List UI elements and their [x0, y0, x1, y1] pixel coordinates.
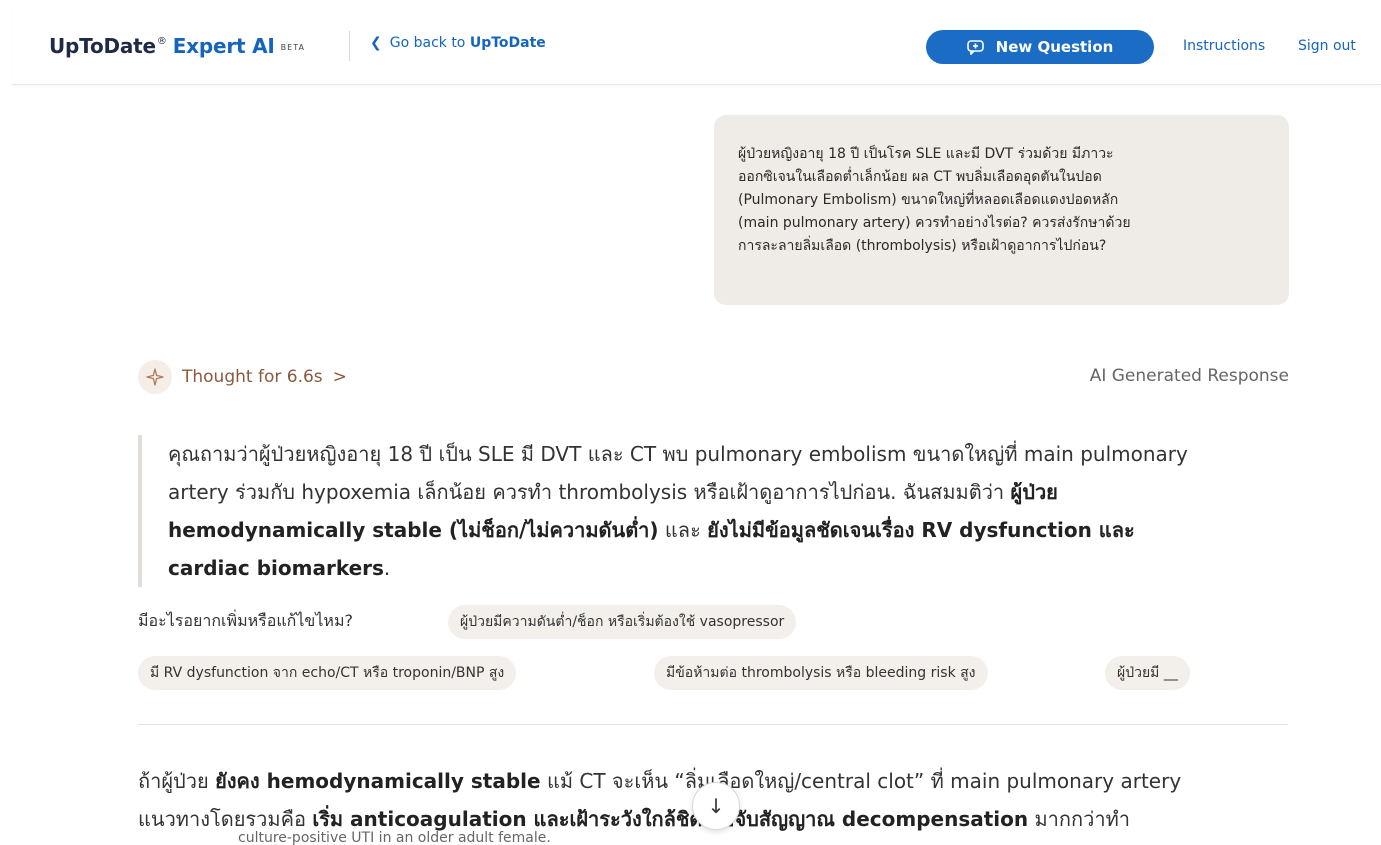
beta-tag: BETA	[280, 43, 305, 52]
assumption-summary: คุณถามว่าผู้ป่วยหญิงอายุ 18 ปี เป็น SLE …	[138, 435, 1288, 587]
summary-line: cardiac biomarkers.	[168, 556, 391, 580]
new-question-icon	[966, 39, 984, 55]
header-divider	[349, 31, 350, 61]
suggestion-chip[interactable]: มี RV dysfunction จาก echo/CT หรือ tropo…	[138, 656, 517, 690]
arrow-down-icon: ↓	[707, 794, 725, 818]
new-question-label: New Question	[995, 38, 1114, 56]
brand-name: UpToDate	[49, 34, 156, 58]
ai-generated-label: AI Generated Response	[1089, 366, 1289, 386]
go-back-link[interactable]: ❮ Go back to UpToDate	[370, 35, 546, 51]
user-message-line: ผู้ป่วยหญิงอายุ 18 ปี เป็นโรค SLE และมี …	[738, 146, 1114, 162]
go-back-prefix: Go back to	[389, 35, 466, 51]
suggestion-chip[interactable]: ผู้ป่วยมีความดันต่ำ/ช็อก หรือเริ่มต้องใช…	[448, 605, 797, 639]
user-message-bubble: ผู้ป่วยหญิงอายุ 18 ปี เป็นโรค SLE และมี …	[714, 115, 1289, 305]
thought-toggle[interactable]: Thought for 6.6s >	[138, 360, 347, 394]
user-message-line: (Pulmonary Embolism) ขนาดใหญ่ที่หลอดเลือ…	[738, 192, 1119, 208]
chevron-right-icon: >	[332, 367, 347, 387]
suggestion-chip[interactable]: มีข้อห้ามต่อ thrombolysis หรือ bleeding …	[654, 656, 988, 690]
background-text: culture-positive UTI in an older adult f…	[238, 830, 551, 845]
brand-registered-mark: ®	[156, 36, 167, 47]
go-back-target: UpToDate	[469, 35, 546, 51]
top-header: UpToDate® Expert AI BETA ❮ Go back to UpToD…	[12, 10, 1381, 85]
brand-product: Expert AI	[172, 34, 275, 58]
suggestion-chip[interactable]: ผู้ป่วยมี __	[1105, 656, 1190, 690]
user-message-line: ออกซิเจนในเลือดต่ำเล็กน้อย ผล CT พบลิ่มเ…	[738, 169, 1102, 185]
summary-line: artery ร่วมกับ hypoxemia เล็กน้อย ควรทำ …	[168, 480, 1058, 504]
section-divider	[138, 724, 1288, 725]
scroll-down-button[interactable]: ↓	[692, 782, 740, 830]
user-message-line: การละลายลิ่มเลือด (thrombolysis) หรือเฝ้…	[738, 238, 1107, 254]
user-message-line: (main pulmonary artery) ควรทำอย่างไรต่อ?…	[738, 215, 1131, 231]
summary-line: hemodynamically stable (ไม่ช็อก/ไม่ความด…	[168, 518, 1135, 542]
instructions-link[interactable]: Instructions	[1183, 38, 1265, 54]
sparkle-icon	[138, 360, 172, 394]
page: UpToDate® Expert AI BETA ❮ Go back to UpToD…	[0, 0, 1381, 845]
sign-out-link[interactable]: Sign out	[1298, 38, 1356, 54]
summary-line: คุณถามว่าผู้ป่วยหญิงอายุ 18 ปี เป็น SLE …	[168, 442, 1188, 466]
brand-logo[interactable]: UpToDate® Expert AI BETA	[49, 34, 305, 58]
suggestions-label: มีอะไรอยากเพิ่มหรือแก้ไขไหม?	[138, 611, 353, 630]
thought-label: Thought for 6.6s >	[182, 367, 347, 387]
new-question-button[interactable]: New Question	[926, 30, 1154, 64]
chevron-left-icon: ❮	[370, 35, 382, 51]
